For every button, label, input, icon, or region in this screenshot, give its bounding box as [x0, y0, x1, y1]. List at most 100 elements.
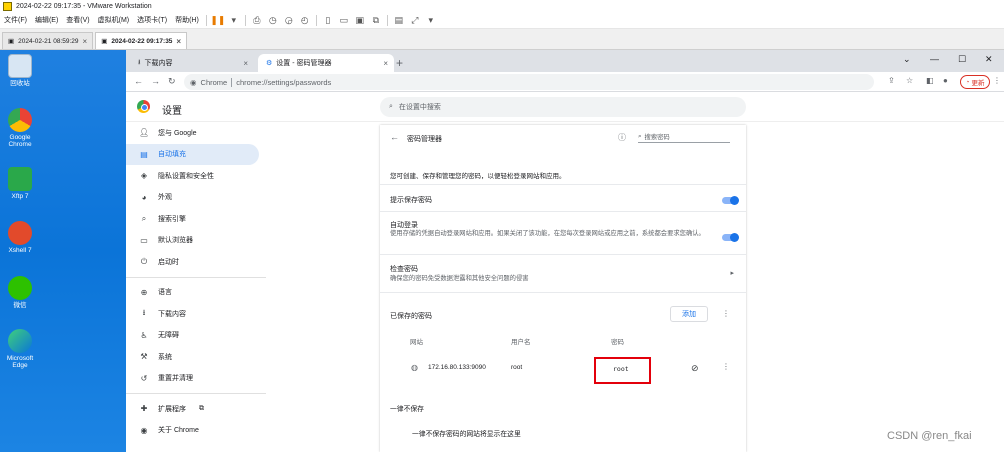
menu-view[interactable]: 查看(V)	[62, 15, 93, 25]
sidebar-item-autofill[interactable]: ▤ 自动填充	[126, 143, 259, 165]
snapshot-icon[interactable]: ◷	[267, 15, 279, 26]
menu-edit[interactable]: 编辑(E)	[31, 15, 62, 25]
sidebar-item-extensions[interactable]: ✚ 扩展程序 ⧉	[126, 398, 266, 420]
sidebar-item-label: 外观	[158, 194, 172, 202]
column-password: 密码	[611, 339, 624, 346]
new-tab-button[interactable]: +	[396, 56, 403, 70]
close-icon[interactable]: ×	[83, 37, 88, 46]
check-passwords-desc: 确保您的密码免受数据泄露和其他安全问题的侵害	[390, 275, 529, 282]
minimize-icon[interactable]: —	[930, 54, 939, 64]
sidebar-item-search-engine[interactable]: ⌕ 搜索引擎	[126, 208, 266, 230]
desktop-icon-xftp[interactable]: Xftp 7	[0, 167, 40, 200]
sidebar-item-you-and-google[interactable]: 👤︎ 您与 Google	[126, 122, 266, 144]
desktop-icon-xshell[interactable]: Xshell 7	[0, 221, 40, 254]
dropdown-icon[interactable]: ▾	[228, 15, 240, 26]
password-search-input[interactable]: ⌕ 搜索密码	[638, 131, 730, 143]
send-keys-icon[interactable]: ⎙	[251, 15, 263, 26]
vm-tab-1[interactable]: ▣ 2024-02-21 08:59:29 ×	[2, 32, 94, 49]
vm-tab-2[interactable]: ▣ 2024-02-22 09:17:35 ×	[95, 32, 188, 49]
sidebar-item-system[interactable]: ⚒ 系统	[126, 346, 266, 368]
desktop-icon-wechat[interactable]: 微信	[0, 276, 40, 309]
sidebar-item-about[interactable]: ◉ 关于 Chrome	[126, 420, 266, 442]
unity-icon[interactable]: ⧉	[370, 15, 382, 26]
desktop-icon-chrome[interactable]: Google Chrome	[0, 108, 40, 148]
desktop-icon-edge[interactable]: Microsoft Edge	[0, 329, 40, 369]
desktop-icon-label: Microsoft Edge	[6, 355, 34, 369]
sidebar-item-reset[interactable]: ↺ 重置并清理	[126, 368, 266, 390]
menu-help[interactable]: 帮助(H)	[171, 15, 203, 25]
sidebar-item-downloads[interactable]: ⭳ 下载内容	[126, 303, 266, 325]
close-icon[interactable]: ×	[243, 59, 248, 68]
bookmark-star-icon[interactable]: ☆	[906, 76, 913, 85]
maximize-icon[interactable]: ☐	[958, 54, 966, 65]
side-panel-icon[interactable]: ◧	[926, 76, 934, 85]
back-icon[interactable]: ←	[134, 76, 143, 86]
pause-icon[interactable]: ❚❚	[210, 15, 225, 26]
thumbnail-icon[interactable]: ▭	[338, 15, 350, 26]
sidebar-item-privacy[interactable]: ◈ 隐私设置和安全性	[126, 165, 266, 187]
sidebar-item-accessibility[interactable]: ♿︎ 无障碍	[126, 325, 266, 347]
menu-kebab-icon[interactable]: ⋮	[993, 76, 1001, 85]
offer-save-toggle[interactable]	[722, 195, 739, 205]
chevron-right-icon[interactable]: ▸	[730, 269, 734, 277]
console-icon[interactable]: ▤	[393, 15, 405, 26]
download-icon: ⭳	[142, 307, 146, 317]
reload-icon[interactable]: ↻	[168, 76, 176, 87]
stretch-icon[interactable]: ⤢	[409, 15, 421, 26]
eye-off-icon[interactable]: ⊘	[691, 363, 699, 374]
back-arrow-icon[interactable]: ←	[390, 132, 399, 142]
chrome-logo-icon	[137, 100, 150, 113]
tab-downloads[interactable]: ⭳ 下载内容 ×	[130, 54, 254, 72]
add-password-button[interactable]: 添加	[670, 306, 708, 322]
offer-save-label: 提示保存密码	[390, 197, 432, 204]
sidebar-item-default-browser[interactable]: ▭ 默认浏览器	[126, 230, 266, 252]
settings-header: 设置 ⌕ 在设置中搜索	[126, 92, 1004, 122]
settings-search-placeholder: 在设置中搜索	[398, 104, 441, 111]
more-options-icon[interactable]: ⋮	[722, 362, 730, 371]
manage-snapshots-icon[interactable]: ◴	[299, 15, 311, 26]
sidebar-item-appearance[interactable]: ◕ 外观	[126, 187, 266, 209]
menu-tabs[interactable]: 选项卡(T)	[133, 15, 171, 25]
power-icon: ⏻	[140, 256, 148, 266]
sidebar-item-label: 扩展程序	[158, 405, 186, 413]
library-icon[interactable]: ▯	[322, 15, 334, 26]
tab-search-icon[interactable]: ⌄	[903, 54, 911, 65]
check-passwords-label[interactable]: 检查密码	[390, 264, 736, 274]
revert-snapshot-icon[interactable]: ◶	[283, 15, 295, 26]
close-icon[interactable]: ×	[176, 37, 181, 46]
vmware-menu-bar: 文件(F) 编辑(E) 查看(V) 虚拟机(M) 选项卡(T) 帮助(H) ❚❚…	[0, 12, 1004, 29]
sidebar-item-languages[interactable]: ⊕ 语言	[126, 282, 266, 304]
address-bar[interactable]: ◉ Chrome chrome://settings/passwords	[184, 74, 874, 90]
more-options-icon[interactable]: ⋮	[722, 309, 730, 318]
share-icon[interactable]: ⇪	[888, 76, 895, 85]
vm-icon: ▣	[8, 38, 15, 45]
auto-signin-toggle[interactable]	[722, 232, 739, 242]
dropdown-icon[interactable]: ▾	[425, 15, 437, 26]
tab-label: 下载内容	[144, 60, 173, 67]
search-icon: ⌕	[141, 213, 147, 223]
column-username: 用户名	[511, 339, 531, 346]
tab-settings-passwords[interactable]: ⚙ 设置 - 密码管理器 ×	[258, 54, 394, 72]
auto-signin-desc: 使用存储的凭据自动登录网站和应用。如果关闭了该功能，在您每次登录网站或应用之前，…	[390, 230, 705, 237]
fullscreen-icon[interactable]: ▣	[354, 15, 366, 26]
desktop-icon-recycle-bin[interactable]: 回收站	[0, 54, 40, 87]
sidebar-item-label: 下载内容	[158, 310, 186, 318]
desktop-icon-label: 微信	[13, 302, 27, 309]
sidebar-item-label: 自动填充	[158, 151, 186, 159]
menu-file[interactable]: 文件(F)	[0, 15, 31, 25]
update-button[interactable]: ◔ 更新	[960, 75, 990, 89]
desktop-icon-label: 回收站	[10, 80, 30, 87]
menu-vm[interactable]: 虚拟机(M)	[94, 15, 134, 25]
close-window-icon[interactable]: ✕	[985, 54, 993, 65]
close-icon[interactable]: ×	[383, 59, 388, 68]
settings-search-input[interactable]: ⌕ 在设置中搜索	[380, 97, 746, 117]
forward-icon[interactable]: →	[151, 76, 160, 86]
profile-icon[interactable]: ●	[943, 76, 948, 85]
sidebar-item-label: 启动时	[158, 258, 179, 266]
help-icon[interactable]: ⓘ	[618, 132, 626, 143]
shield-icon: ◈	[140, 171, 148, 181]
entry-site[interactable]: 172.16.80.133:9090	[428, 364, 486, 371]
sidebar-item-on-startup[interactable]: ⏻ 启动时	[126, 251, 266, 273]
password-manager-card: ← 密码管理器 ⓘ ⌕ 搜索密码 您可创建、保存和管理您的密码，以便轻松登录网站…	[380, 125, 746, 452]
browser-icon: ▭	[140, 235, 148, 245]
